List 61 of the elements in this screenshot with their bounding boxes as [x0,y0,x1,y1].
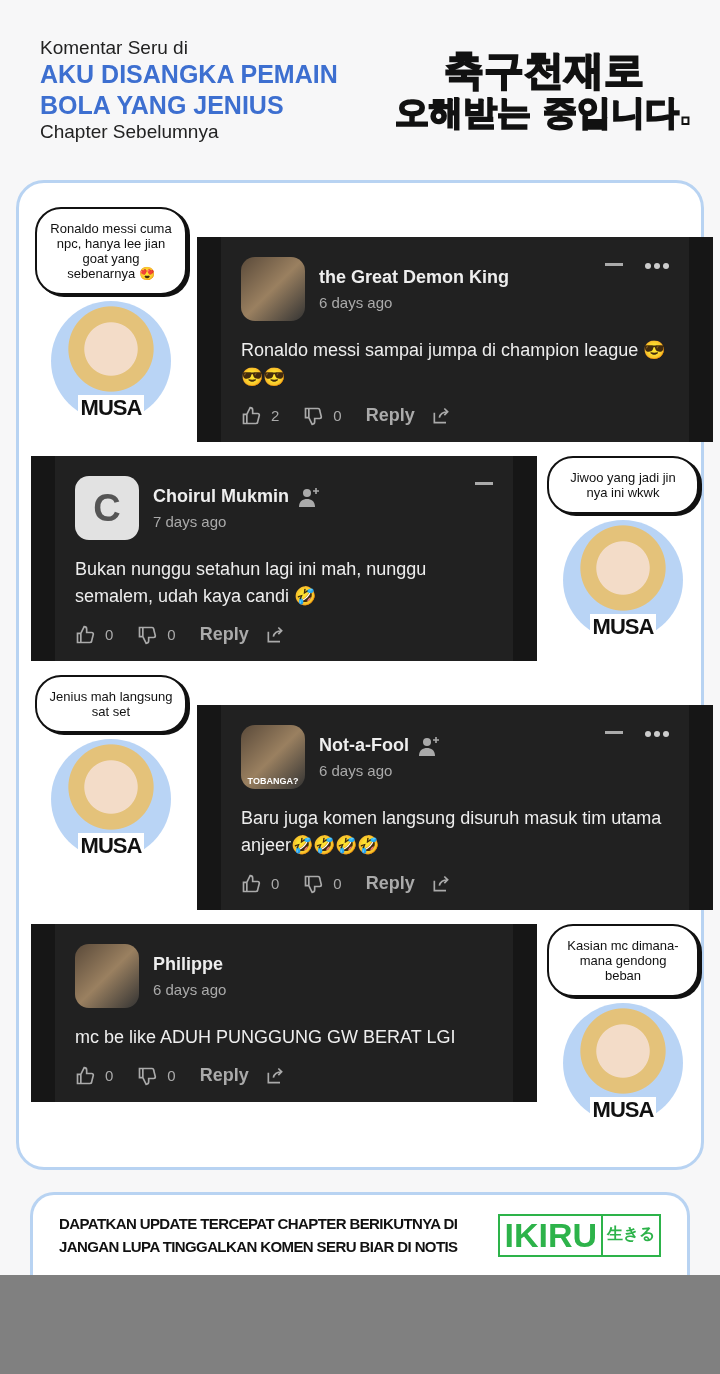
thumbs-down-icon[interactable] [137,624,158,645]
reply-button[interactable]: Reply [365,405,415,426]
subtitle-text: Chapter Sebelumnya [40,121,220,144]
character-label: MUSA [77,395,145,421]
like-count: 0 [105,626,114,643]
comment-author: Philippe [153,954,223,975]
like-count: 2 [271,407,280,424]
avatar-caption: TOBANGA? [247,776,299,786]
dislike-count: 0 [167,626,176,643]
thumbs-up-icon[interactable] [241,873,261,894]
comment-author: the Great Demon King [319,267,510,288]
comment-text: Bukan nunggu setahun lagi ini mah, nunggu semalem, udah kaya candi 🤣 [75,558,428,608]
series-title: BOLA YANG JENIUS [40,90,285,121]
comment-text: mc be like ADUH PUNGGUNG GW BERAT LGI [75,1026,457,1049]
korean-title: 축구천재로 [443,47,644,94]
reply-button[interactable]: Reply [199,1065,249,1086]
speech-bubble: Ronaldo messi cuma npc, hanya lee jian goat yang sebenarnya 😍 [35,207,187,295]
logo-text: IKIRU [503,1215,598,1255]
comment-author: Not-a-Fool [319,735,409,756]
avatar-picture [75,944,139,1008]
dislike-count: 0 [333,407,342,424]
footer-text: DAPATKAN UPDATE TERCEPAT CHAPTER BERIKUTNYA DI [59,1215,458,1232]
speech-bubble: Jenius mah langsung sat set [35,675,187,733]
speech-bubble: Kasian mc dimana-mana gendong beban [547,924,699,997]
comment-author: Choirul Mukmin [153,486,289,507]
speech-bubble: Jiwoo yang jadi jin nya ini wkwk [547,456,699,514]
dislike-count: 0 [333,875,342,892]
comment-time: 6 days ago [319,762,394,779]
add-person-icon[interactable] [299,486,321,507]
letter-avatar: C [75,476,139,540]
series-title: AKU DISANGKA PEMAIN [40,58,338,90]
collapse-icon[interactable] [605,263,623,267]
thumbs-up-icon[interactable] [75,1065,95,1086]
thumbs-up-icon[interactable] [241,405,261,426]
dislike-count: 0 [167,1067,176,1084]
comment-time: 7 days ago [153,513,228,530]
reply-button[interactable]: Reply [199,624,249,645]
korean-title: 오해받는 중입니다. [395,93,692,133]
thumbs-down-icon[interactable] [303,405,324,426]
reply-button[interactable]: Reply [365,873,415,894]
comment-text: Ronaldo messi sampai jumpa di champion league 😎😎😎 [241,339,667,389]
character-label: MUSA [77,833,145,859]
character-label: MUSA [589,614,657,640]
like-count: 0 [271,875,280,892]
add-person-icon[interactable] [419,735,441,756]
thumbs-up-icon[interactable] [75,624,95,645]
thumbs-down-icon[interactable] [303,873,324,894]
collapse-icon[interactable] [605,731,623,735]
logo-kana: 生きる [601,1215,659,1255]
character-label: MUSA [589,1097,657,1123]
thumbs-down-icon[interactable] [137,1065,158,1086]
comment-time: 6 days ago [319,294,394,311]
like-count: 0 [105,1067,114,1084]
avatar-picture [241,257,305,321]
intro-text: Komentar Seru di [40,36,189,59]
comment-time: 6 days ago [153,981,228,998]
more-icon[interactable] [645,731,669,737]
footer-text: JANGAN LUPA TINGGALKAN KOMEN SERU BIAR DI NOTIS [59,1238,458,1255]
collapse-icon[interactable] [475,482,493,486]
comment-text: Baru juga komen langsung disuruh masuk tim utama anjeer🤣🤣🤣🤣 [241,807,663,857]
more-icon[interactable] [645,263,669,269]
